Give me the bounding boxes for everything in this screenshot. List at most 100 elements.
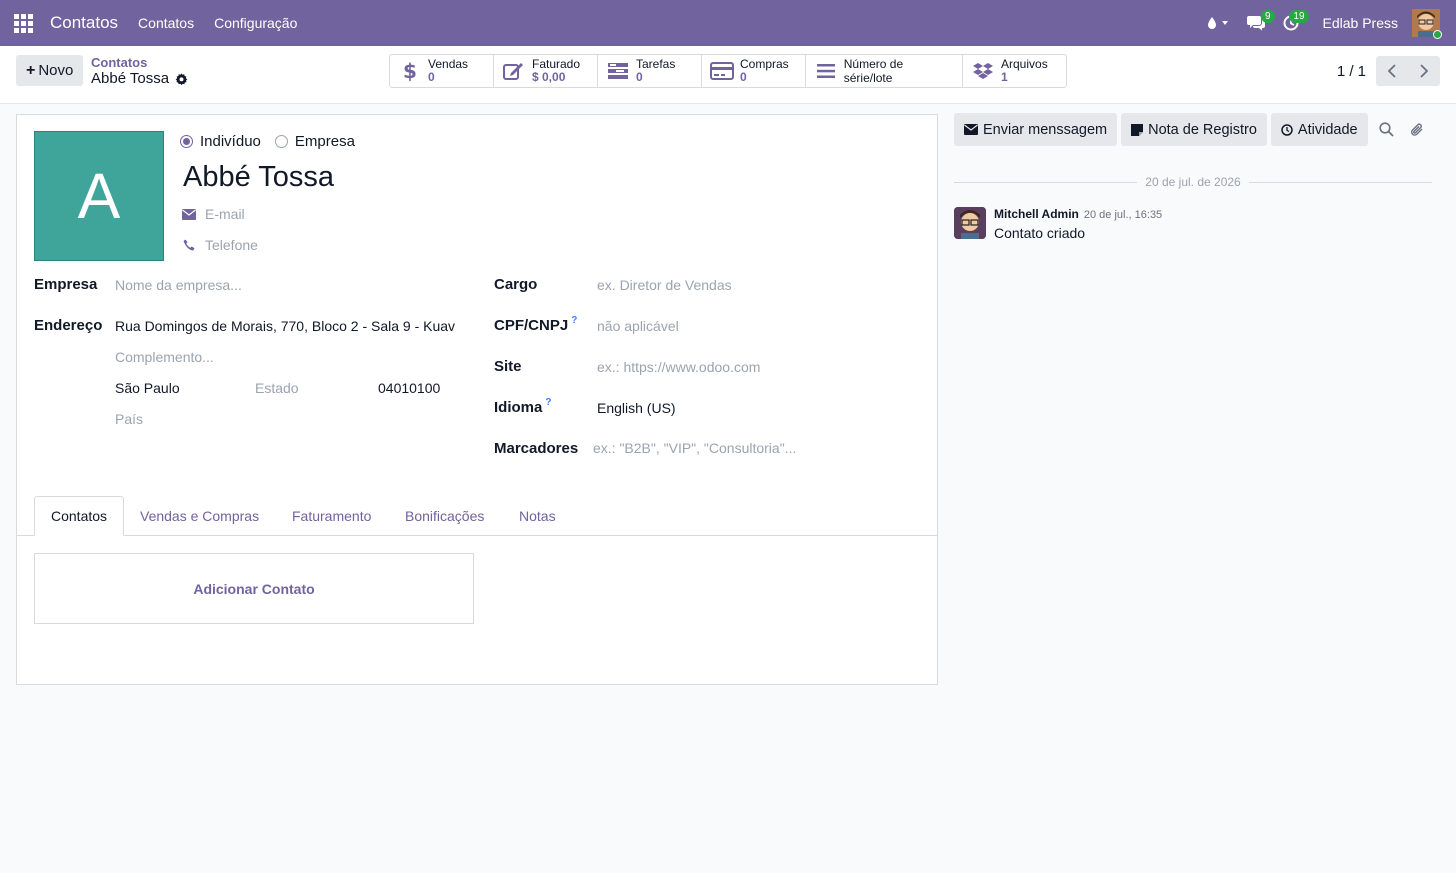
send-message-button[interactable]: Enviar menssagem xyxy=(954,113,1118,146)
radio-individual[interactable]: Indivíduo xyxy=(180,133,261,150)
smart-button-compras[interactable]: Compras 0 xyxy=(702,55,806,87)
paperclip-icon[interactable] xyxy=(1402,113,1432,146)
contact-name-field[interactable]: Abbé Tossa xyxy=(183,161,334,194)
zip-field[interactable]: 04010100 xyxy=(378,380,440,396)
lang-label: Idioma? xyxy=(494,397,551,416)
tab-vendas-compras[interactable]: Vendas e Compras xyxy=(124,496,275,536)
state-input[interactable] xyxy=(255,380,365,396)
list-icon xyxy=(814,63,838,79)
vat-input[interactable] xyxy=(597,318,917,334)
dropbox-icon xyxy=(971,62,995,80)
user-avatar[interactable] xyxy=(1412,9,1442,39)
add-contact-button[interactable]: Adicionar Contato xyxy=(34,553,474,624)
message-date: 20 de jul., 16:35 xyxy=(1083,209,1163,221)
street2-input[interactable] xyxy=(115,349,455,365)
breadcrumb-parent[interactable]: Contatos xyxy=(91,55,188,70)
contact-avatar[interactable]: A xyxy=(34,131,164,261)
company-switcher[interactable]: Edlab Press xyxy=(1323,15,1398,31)
log-note-label: Nota de Registro xyxy=(1148,121,1257,138)
street-field[interactable]: Rua Domingos de Morais, 770, Bloco 2 - S… xyxy=(115,318,455,334)
tab-notas[interactable]: Notas xyxy=(503,496,572,536)
breadcrumb-current: Abbé Tossa xyxy=(91,70,170,87)
clock-icon xyxy=(1281,123,1293,136)
help-tooltip-icon[interactable]: ? xyxy=(545,397,551,408)
chatter-message: Mitchell Admin 20 de jul., 16:35 Contato… xyxy=(954,207,1162,241)
top-navbar: Contatos Contatos Configuração 9 19 Edla… xyxy=(0,0,1456,46)
activity-button[interactable]: Atividade xyxy=(1270,113,1368,146)
address-label: Endereço xyxy=(34,317,103,334)
svg-text:$: $ xyxy=(403,60,417,82)
edit-icon xyxy=(502,61,526,81)
job-position-input[interactable] xyxy=(597,277,917,293)
messages-badge: 9 xyxy=(1260,10,1275,23)
pager-value[interactable]: 1 / 1 xyxy=(1337,63,1366,80)
smart-button-value: 0 xyxy=(636,70,643,84)
author-avatar[interactable] xyxy=(954,207,986,239)
online-status-dot xyxy=(1433,30,1442,39)
envelope-icon xyxy=(181,208,197,220)
menu-contatos[interactable]: Contatos xyxy=(138,15,194,31)
vat-label: CPF/CNPJ? xyxy=(494,315,577,334)
radio-company[interactable]: Empresa xyxy=(274,133,355,150)
smart-button-value: 0 xyxy=(428,70,435,84)
pager-next-button[interactable] xyxy=(1408,56,1440,86)
site-label: Site xyxy=(494,358,522,375)
chevron-right-icon xyxy=(1420,64,1429,78)
smart-button-value: $ 0,00 xyxy=(532,70,566,84)
smart-button-value: 0 xyxy=(740,70,747,84)
pager: 1 / 1 xyxy=(1337,56,1440,86)
notebook-tabs: Contatos Vendas e Compras Faturamento Bo… xyxy=(17,496,937,536)
phone-row xyxy=(181,237,455,253)
date-separator-text: 20 de jul. de 2026 xyxy=(1145,175,1241,189)
smart-button-tarefas[interactable]: Tarefas 0 xyxy=(598,55,702,87)
smart-button-value: 1 xyxy=(1001,70,1008,84)
breadcrumb: Contatos Abbé Tossa xyxy=(91,55,188,88)
credit-card-icon xyxy=(710,62,734,80)
city-field[interactable]: São Paulo xyxy=(115,380,180,396)
help-tooltip-icon[interactable]: ? xyxy=(571,315,577,326)
new-button-label: Novo xyxy=(38,62,74,79)
apps-menu-icon[interactable] xyxy=(0,0,46,46)
tags-input[interactable] xyxy=(593,440,913,456)
company-label: Empresa xyxy=(34,276,98,293)
new-button[interactable]: + Novo xyxy=(16,55,84,86)
country-input[interactable] xyxy=(115,411,455,427)
chevron-left-icon xyxy=(1387,64,1396,78)
radio-individual-label: Indivíduo xyxy=(200,133,261,150)
job-label: Cargo xyxy=(494,276,538,293)
messages-icon[interactable]: 9 xyxy=(1246,0,1275,46)
activities-clock-icon[interactable]: 19 xyxy=(1283,0,1309,46)
email-field[interactable] xyxy=(205,206,455,222)
search-icon[interactable] xyxy=(1372,113,1402,146)
plus-icon: + xyxy=(26,61,36,79)
smart-button-arquivos[interactable]: Arquivos 1 xyxy=(963,55,1066,87)
smart-button-numero-serie[interactable]: Número de série/lote xyxy=(806,55,963,87)
log-note-button[interactable]: Nota de Registro xyxy=(1121,113,1267,146)
website-input[interactable] xyxy=(597,359,917,375)
radio-button-checked[interactable] xyxy=(180,135,193,148)
smart-button-faturado[interactable]: Faturado $ 0,00 xyxy=(494,55,598,87)
avatar-letter: A xyxy=(77,160,121,232)
menu-configuracao[interactable]: Configuração xyxy=(214,15,297,31)
app-brand[interactable]: Contatos xyxy=(50,13,118,33)
dollar-icon: $ xyxy=(398,60,422,82)
phone-field[interactable] xyxy=(205,237,455,253)
message-author[interactable]: Mitchell Admin xyxy=(994,207,1079,221)
tab-bonificacoes[interactable]: Bonificações xyxy=(389,496,500,536)
pager-previous-button[interactable] xyxy=(1376,56,1408,86)
debug-icon[interactable] xyxy=(1207,0,1229,46)
form-sheet: A Indivíduo Empresa Abbé Tossa Empresa E… xyxy=(16,114,938,685)
message-body: Contato criado xyxy=(994,225,1086,241)
language-select[interactable]: English (US) xyxy=(597,400,676,416)
tab-faturamento[interactable]: Faturamento xyxy=(276,496,387,536)
gear-icon[interactable] xyxy=(175,72,188,86)
tab-contatos[interactable]: Contatos xyxy=(34,496,125,536)
smart-button-label: Número de série/lote xyxy=(843,57,904,85)
control-panel: + Novo Contatos Abbé Tossa $ Vendas 0 Fat… xyxy=(0,46,1456,104)
smart-button-vendas[interactable]: $ Vendas 0 xyxy=(390,55,494,87)
radio-button[interactable] xyxy=(274,135,288,148)
activity-label: Atividade xyxy=(1297,121,1358,138)
company-name-input[interactable] xyxy=(115,277,455,293)
send-message-label: Enviar menssagem xyxy=(983,121,1108,138)
smart-buttons: $ Vendas 0 Faturado $ 0,00 Tarefas 0 Compra… xyxy=(389,54,1067,88)
